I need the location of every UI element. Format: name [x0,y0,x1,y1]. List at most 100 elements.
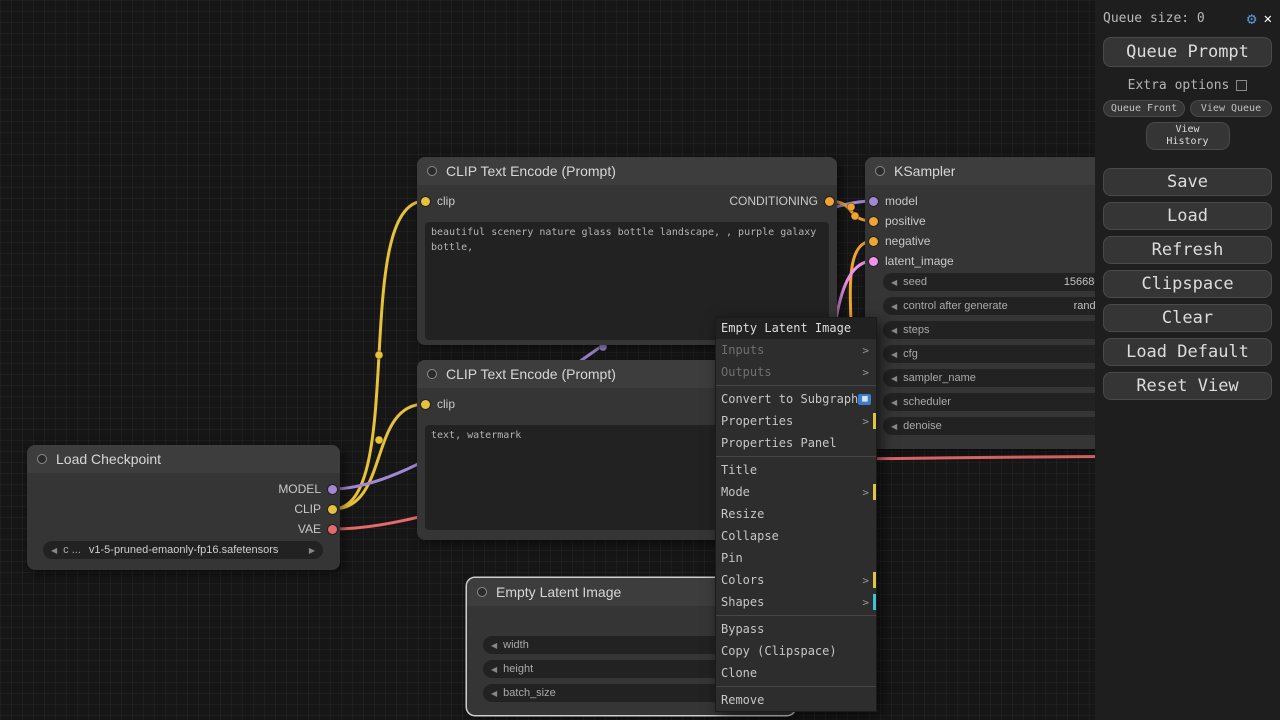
model-output-slot[interactable]: MODEL [278,482,337,496]
load-button[interactable]: Load [1103,202,1272,230]
queue-prompt-button[interactable]: Queue Prompt [1103,37,1272,67]
load-default-button[interactable]: Load Default [1103,338,1272,366]
widget-label: seed [903,276,928,288]
slot-label: clip [437,194,456,208]
refresh-button[interactable]: Refresh [1103,236,1272,264]
negative-input-slot[interactable]: negative [869,234,930,248]
menu-item-label: Pin [721,551,743,565]
decrement-arrow-icon[interactable]: ◀ [891,302,897,311]
save-button[interactable]: Save [1103,168,1272,196]
widget-label: sampler_name [903,372,976,384]
submenu-arrow-icon: > [862,365,869,379]
decrement-arrow-icon[interactable]: ◀ [491,641,497,650]
node-title: CLIP Text Encode (Prompt) [446,163,616,179]
menu-item-label: Colors [721,573,765,587]
menu-item-mode[interactable]: Mode > [716,481,876,503]
submenu-arrow-icon: > [862,343,869,357]
view-queue-button[interactable]: View Queue [1190,100,1272,117]
model-input-dot[interactable] [869,196,878,206]
clip-input-slot[interactable]: clip [421,194,455,208]
queue-front-button[interactable]: Queue Front [1103,100,1185,117]
menu-item-copy-clipspace[interactable]: Copy (Clipspace) [716,640,876,662]
negative-input-dot[interactable] [869,236,878,246]
node-header[interactable]: CLIP Text Encode (Prompt) [417,157,837,185]
clip-input-slot[interactable]: clip [421,397,455,411]
collapse-dot-icon[interactable] [875,166,885,176]
menu-item-label: Copy (Clipspace) [721,644,837,658]
collapse-dot-icon[interactable] [37,454,47,464]
positive-input-slot[interactable]: positive [869,214,926,228]
latent-image-input-slot[interactable]: latent_image [869,254,954,268]
conditioning-output-slot[interactable]: CONDITIONING [729,194,834,208]
clip-output-slot[interactable]: CLIP [294,502,337,516]
vae-output-slot[interactable]: VAE [298,522,337,536]
widget-label: height [503,663,534,675]
prev-arrow-icon[interactable]: ◀ [51,546,57,555]
menu-item-title[interactable]: Title [716,459,876,481]
clear-button[interactable]: Clear [1103,304,1272,332]
menu-item-label: Resize [721,507,765,521]
node-load-checkpoint[interactable]: Load Checkpoint MODEL CLIP VAE ◀ c ... v… [27,445,340,570]
submenu-accent-bar [873,413,876,429]
slot-label: negative [885,234,931,248]
menu-item-shapes[interactable]: Shapes > [716,591,876,613]
slot-label: CLIP [294,502,321,516]
ckpt-name-widget[interactable]: ◀ c ... v1-5-pruned-emaonly-fp16.safeten… [43,541,323,559]
decrement-arrow-icon[interactable]: ◀ [891,326,897,335]
reset-view-button[interactable]: Reset View [1103,372,1272,400]
menu-item-properties[interactable]: Properties > [716,410,876,432]
view-history-button[interactable]: View History [1145,122,1230,150]
vae-output-dot[interactable] [328,524,337,534]
node-context-menu: Empty Latent Image Inputs > Outputs > Co… [715,317,877,712]
decrement-arrow-icon[interactable]: ◀ [491,665,497,674]
subgraph-badge-icon: ▦ [858,393,872,405]
menu-item-colors[interactable]: Colors > [716,569,876,591]
menu-item-label: Shapes [721,595,765,609]
extra-options-label: Extra options [1127,78,1230,93]
close-icon[interactable]: ✕ [1264,11,1272,27]
decrement-arrow-icon[interactable]: ◀ [891,374,897,383]
menu-item-convert-to-subgraph[interactable]: Convert to Subgraph ▦ [716,388,876,410]
menu-item-bypass[interactable]: Bypass [716,618,876,640]
menu-item-collapse[interactable]: Collapse [716,525,876,547]
decrement-arrow-icon[interactable]: ◀ [891,422,897,431]
menu-item-inputs[interactable]: Inputs > [716,339,876,361]
node-header[interactable]: Load Checkpoint [27,445,340,473]
clipspace-button[interactable]: Clipspace [1103,270,1272,298]
model-input-slot[interactable]: model [869,194,918,208]
menu-item-label: Clone [721,666,758,680]
menu-item-properties-panel[interactable]: Properties Panel [716,432,876,454]
extra-options-checkbox[interactable] [1236,80,1248,91]
decrement-arrow-icon[interactable]: ◀ [891,350,897,359]
widget-label: batch_size [503,687,556,699]
decrement-arrow-icon[interactable]: ◀ [491,689,497,698]
menu-item-clone[interactable]: Clone [716,662,876,684]
conditioning-output-dot[interactable] [825,196,834,206]
collapse-dot-icon[interactable] [427,369,437,379]
positive-input-dot[interactable] [869,216,878,226]
collapse-dot-icon[interactable] [477,587,487,597]
menu-separator [716,615,876,616]
submenu-arrow-icon: > [862,595,869,609]
node-title: Empty Latent Image [496,584,622,600]
widget-label: width [503,639,529,651]
queue-size-label: Queue size: 0 [1103,11,1205,26]
next-arrow-icon[interactable]: ▶ [309,546,315,555]
collapse-dot-icon[interactable] [427,166,437,176]
clip-input-dot[interactable] [421,399,430,409]
decrement-arrow-icon[interactable]: ◀ [891,278,897,287]
clip-input-dot[interactable] [421,196,430,206]
menu-item-label: Bypass [721,622,765,636]
model-output-dot[interactable] [328,484,337,494]
widget-label: control after generate [903,300,1008,312]
menu-item-label: Title [721,463,758,477]
slot-label: positive [885,214,926,228]
menu-item-resize[interactable]: Resize [716,503,876,525]
menu-item-outputs[interactable]: Outputs > [716,361,876,383]
menu-item-pin[interactable]: Pin [716,547,876,569]
clip-output-dot[interactable] [328,504,337,514]
menu-item-remove[interactable]: Remove [716,689,876,711]
latent-input-dot[interactable] [869,256,878,266]
settings-gear-icon[interactable]: ⚙ [1247,9,1257,28]
decrement-arrow-icon[interactable]: ◀ [891,398,897,407]
